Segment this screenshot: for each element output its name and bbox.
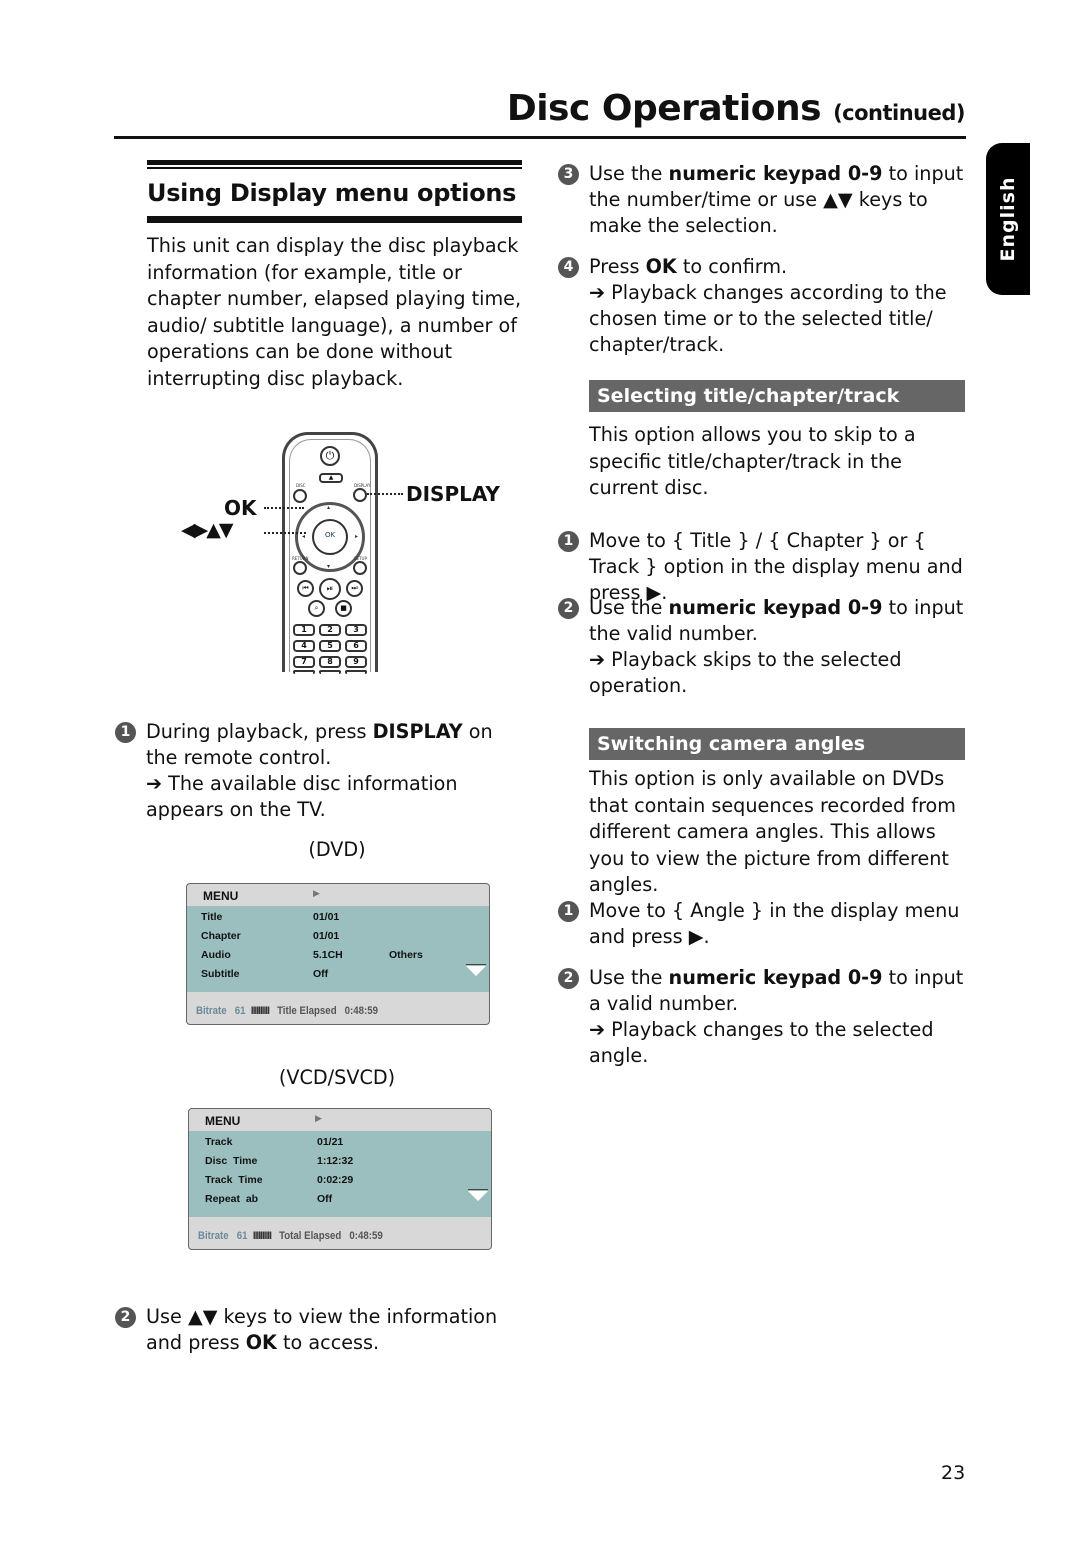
step-1-display: 1 During playback, press DISPLAY on the … — [115, 719, 526, 823]
osd-right-arrow-icon: ▶ — [313, 888, 320, 898]
step-number-badge: 3 — [558, 164, 579, 185]
play-pause-icon: ⏯ — [319, 578, 341, 600]
key-ok: OK — [645, 255, 677, 278]
subheading-camera-angles: Switching camera angles — [589, 728, 965, 760]
step-result: ➔ Playback changes according to the chos… — [589, 281, 947, 356]
nav-left-icon: ◂ — [302, 533, 306, 540]
power-icon: ⏻ — [320, 446, 340, 466]
step-result: ➔ Playback skips to the selected operati… — [589, 648, 902, 697]
osd-info-panel: Track 01/21 Disc Time 1:12:32 Track Time 0:… — [189, 1131, 491, 1217]
dvd-caption: (DVD) — [308, 838, 366, 861]
step-number-badge: 1 — [558, 531, 579, 552]
intro-paragraph: This unit can display the disc playback … — [147, 234, 522, 390]
step-number-badge: 1 — [115, 722, 136, 743]
section-heading-display-menu: Using Display menu options — [147, 160, 522, 223]
osd-right-arrow-icon: ▶ — [315, 1113, 322, 1123]
keypad-key-3: 3 — [345, 624, 367, 636]
osd-footer: Bitrate 61 IIIIIIIIII Total Elapsed 0:48… — [198, 1230, 383, 1242]
nav-right-icon: ▸ — [355, 533, 359, 540]
heading-rule-bottom-thick — [147, 218, 522, 223]
key-ok: OK — [245, 1331, 277, 1354]
angles-intro: This option is only available on DVDs th… — [589, 767, 956, 896]
keypad-key-2: 2 — [319, 624, 341, 636]
title-button-icon — [293, 561, 307, 575]
callout-arrows-line — [264, 532, 306, 534]
step-number-badge: 2 — [558, 968, 579, 989]
heading-rule-top-thick — [147, 160, 522, 165]
select-intro: This option allows you to skip to a spec… — [589, 423, 916, 499]
stop-icon: ■ — [335, 600, 352, 617]
step-number-badge: 4 — [558, 257, 579, 278]
step-4-confirm: 4 Press OK to confirm. ➔ Playback change… — [558, 254, 965, 358]
scroll-down-icon — [468, 1191, 488, 1201]
angles-step-2: 2 Use the numeric keypad 0-9 to input a … — [558, 965, 969, 1069]
key-numeric: numeric keypad 0-9 — [668, 966, 883, 989]
zoom-icon: ⌕ — [308, 600, 325, 617]
step-number-badge: 1 — [558, 901, 579, 922]
callout-ok-line — [264, 507, 304, 509]
callout-arrows: ◀▶▲▼ — [181, 519, 233, 541]
select-step-2: 2 Use the numeric keypad 0-9 to input th… — [558, 595, 965, 699]
osd-menu-label: MENU — [203, 889, 239, 903]
keypad-key-partial — [293, 670, 315, 674]
step-number-badge: 2 — [115, 1307, 136, 1328]
disc-label: DISC — [296, 483, 306, 488]
vcd-osd-screen: MENU ▶ Track 01/21 Disc Time 1:12:32 Track… — [188, 1108, 492, 1250]
keypad-key-8: 8 — [319, 656, 341, 668]
osd-info-panel: Title 01/01 Chapter 01/01 Audio 5.1CH Others… — [187, 906, 489, 992]
subheading-select-title: Selecting title/chapter/track — [589, 380, 965, 412]
language-tab-label: English — [997, 176, 1019, 262]
page-number: 23 — [941, 1462, 966, 1484]
osd-menu-label: MENU — [205, 1114, 241, 1128]
language-tab: English — [986, 143, 1030, 295]
keypad-key-partial — [345, 670, 367, 674]
page-title: Disc Operations (continued) — [506, 88, 966, 129]
angles-step-1: 1 Move to { Angle } in the display menu … — [558, 898, 969, 950]
page-title-continued: (continued) — [833, 101, 965, 125]
osd-footer: Bitrate 61 IIIIIIIIII Title Elapsed 0:48… — [196, 1005, 379, 1017]
header-divider — [114, 136, 966, 139]
dvd-osd-screen: MENU ▶ Title 01/01 Chapter 01/01 Audio 5.1C… — [186, 883, 490, 1025]
key-display: DISPLAY — [372, 720, 463, 743]
callout-display-line — [367, 493, 403, 495]
eject-icon: ▲ — [319, 473, 343, 483]
display-button-icon — [353, 488, 367, 502]
key-numeric: numeric keypad 0-9 — [668, 596, 883, 619]
keypad-key-7: 7 — [293, 656, 315, 668]
step-3-numeric-input: 3 Use the numeric keypad 0-9 to input th… — [558, 161, 965, 239]
previous-icon: ⏮ — [297, 580, 314, 597]
step-result: ➔ Playback changes to the selected angle… — [589, 1018, 934, 1067]
page-title-text: Disc Operations — [506, 88, 822, 129]
step-number-badge: 2 — [558, 598, 579, 619]
vcd-caption: (VCD/SVCD) — [278, 1066, 396, 1089]
keypad-key-6: 6 — [345, 640, 367, 652]
step-2-navigate: 2 Use ▲▼ keys to view the information an… — [115, 1304, 526, 1356]
callout-display: DISPLAY — [406, 482, 500, 506]
nav-down-icon: ▾ — [327, 563, 331, 570]
setup-button-icon — [353, 561, 367, 575]
next-icon: ⏭ — [346, 580, 363, 597]
keypad-key-4: 4 — [293, 640, 315, 652]
display-label: DISPLAY — [354, 483, 371, 488]
keypad-key-partial — [319, 670, 341, 674]
keypad-key-1: 1 — [293, 624, 315, 636]
menu-button-icon — [293, 489, 307, 503]
keypad-key-9: 9 — [345, 656, 367, 668]
bitrate-bar: IIIIIIIIII — [252, 1230, 272, 1242]
step-result: ➔ The available disc information appears… — [146, 772, 458, 821]
bitrate-bar: IIIIIIIIII — [250, 1005, 270, 1017]
section-title: Using Display menu options — [147, 179, 517, 207]
nav-up-icon: ▴ — [327, 504, 331, 511]
callout-ok: OK — [224, 496, 257, 520]
key-numeric: numeric keypad 0-9 — [668, 162, 883, 185]
scroll-down-icon — [466, 966, 486, 976]
ok-button-label: OK — [325, 531, 336, 539]
keypad-key-5: 5 — [319, 640, 341, 652]
